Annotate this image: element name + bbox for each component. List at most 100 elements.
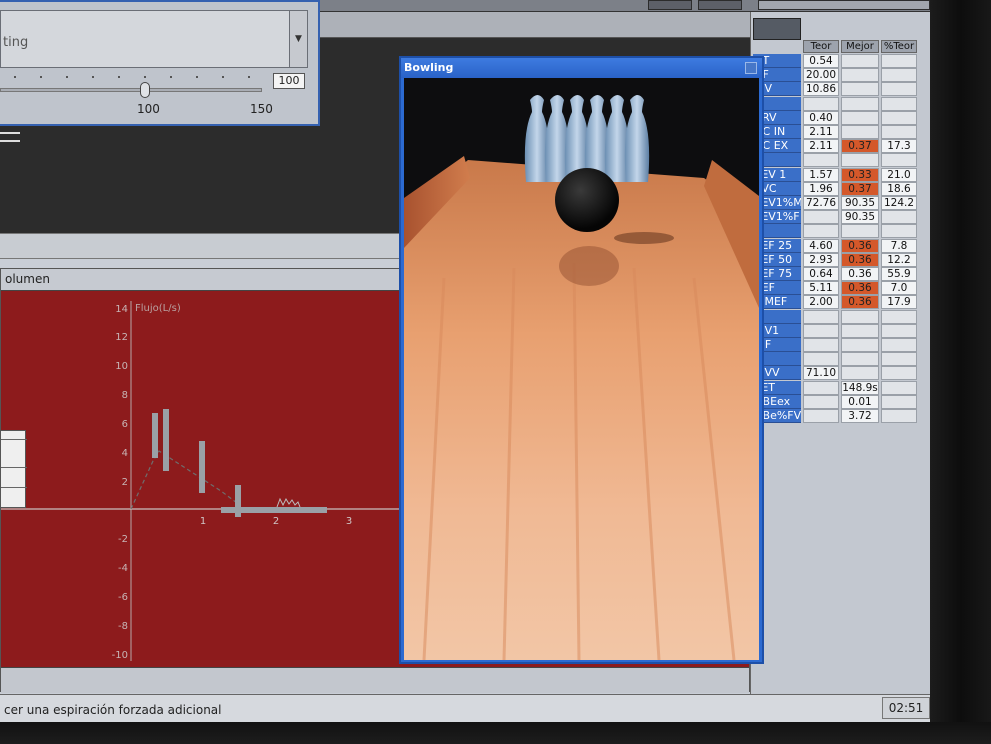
table-cell[interactable]: 4.60 [803, 238, 839, 253]
table-cell[interactable]: 148.9s [841, 380, 879, 395]
monitor-screen: ting ▼ 100 100 150 olumen Flujo(L/s) 14 … [0, 0, 930, 724]
table-cell[interactable] [881, 352, 917, 367]
table-cell[interactable] [881, 394, 917, 409]
table-cell[interactable]: 2.93 [803, 252, 839, 267]
table-cell[interactable] [803, 394, 839, 409]
table-cell[interactable] [803, 210, 839, 225]
table-cell[interactable]: 17.3 [881, 139, 917, 154]
table-cell[interactable]: 0.64 [803, 267, 839, 281]
table-row: PEF 5.11 0.36 7.0 [753, 281, 930, 296]
column-header-pct-teor[interactable]: %Teor [881, 40, 917, 53]
table-cell[interactable]: 18.6 [881, 181, 917, 196]
table-cell[interactable]: 0.36 [841, 238, 879, 253]
bowling-window: Bowling [399, 56, 764, 664]
table-cell[interactable]: 2.11 [803, 139, 839, 154]
column-header-teor[interactable]: Teor [803, 40, 839, 53]
slider-value-box[interactable]: 100 [273, 73, 305, 89]
table-cell[interactable]: 0.01 [841, 394, 879, 409]
table-cell[interactable] [881, 338, 917, 352]
table-cell[interactable] [803, 309, 839, 324]
table-cell[interactable] [803, 153, 839, 168]
table-cell[interactable] [881, 82, 917, 97]
table-cell[interactable] [803, 323, 839, 338]
table-cell[interactable] [881, 110, 917, 125]
results-grid-panel: Teor Mejor %Teor VT0.54BF20.00MV10.86 ERV… [750, 12, 930, 694]
table-cell[interactable]: 0.36 [841, 252, 879, 267]
toolbar-button[interactable] [648, 0, 692, 10]
table-cell[interactable] [803, 338, 839, 352]
table-cell[interactable] [841, 54, 879, 68]
table-cell[interactable]: 17.9 [881, 295, 917, 310]
table-cell[interactable] [841, 125, 879, 139]
table-cell[interactable]: 1.96 [803, 181, 839, 196]
table-cell[interactable]: 0.37 [841, 139, 879, 154]
table-cell[interactable]: 2.11 [803, 125, 839, 139]
table-cell[interactable] [881, 68, 917, 83]
bowling-game-view[interactable] [404, 78, 759, 660]
y-tick-label: 10 [115, 361, 128, 372]
table-cell[interactable] [881, 366, 917, 381]
table-cell[interactable] [803, 96, 839, 111]
mode-dropdown[interactable]: ting ▼ [0, 10, 308, 68]
menu-lines-icon[interactable] [0, 132, 20, 142]
table-cell[interactable]: 10.86 [803, 82, 839, 97]
table-cell[interactable]: 0.33 [841, 167, 879, 182]
table-cell[interactable] [881, 380, 917, 395]
bowling-scene [404, 78, 759, 660]
table-cell[interactable]: 2.00 [803, 295, 839, 310]
table-cell[interactable] [881, 224, 917, 239]
table-cell[interactable]: 0.54 [803, 54, 839, 68]
table-cell[interactable]: 7.8 [881, 238, 917, 253]
column-header-mejor[interactable]: Mejor [841, 40, 879, 53]
table-cell[interactable]: 90.35 [841, 196, 879, 210]
table-cell[interactable] [841, 224, 879, 239]
table-cell[interactable]: 20.00 [803, 68, 839, 83]
table-cell[interactable]: 55.9 [881, 267, 917, 281]
table-cell[interactable] [841, 366, 879, 381]
table-cell[interactable]: 0.37 [841, 181, 879, 196]
table-cell[interactable] [881, 323, 917, 338]
table-cell[interactable] [881, 309, 917, 324]
table-cell[interactable] [841, 323, 879, 338]
table-cell[interactable] [803, 409, 839, 423]
table-cell[interactable] [881, 153, 917, 168]
table-cell[interactable] [881, 409, 917, 423]
table-cell[interactable] [841, 309, 879, 324]
table-cell[interactable]: 0.36 [841, 267, 879, 281]
table-cell[interactable] [881, 125, 917, 139]
table-cell[interactable]: 5.11 [803, 281, 839, 296]
bowling-titlebar[interactable]: Bowling [401, 58, 762, 78]
table-cell[interactable] [881, 96, 917, 111]
table-cell[interactable]: 1.57 [803, 167, 839, 182]
table-cell[interactable] [881, 54, 917, 68]
slider-track[interactable] [0, 88, 262, 92]
table-cell[interactable] [881, 210, 917, 225]
table-row: VC IN 2.11 [753, 125, 930, 139]
table-cell[interactable]: 0.36 [841, 281, 879, 296]
table-cell[interactable] [803, 352, 839, 367]
table-cell[interactable] [803, 380, 839, 395]
table-cell[interactable]: 90.35 [841, 210, 879, 225]
table-cell[interactable]: 0.40 [803, 110, 839, 125]
close-icon[interactable] [745, 62, 757, 74]
table-cell[interactable] [841, 96, 879, 111]
table-cell[interactable]: 21.0 [881, 167, 917, 182]
chevron-down-icon[interactable]: ▼ [289, 11, 307, 67]
table-cell[interactable] [841, 110, 879, 125]
table-cell[interactable] [841, 352, 879, 367]
table-cell[interactable]: 0.36 [841, 295, 879, 310]
table-cell[interactable]: 72.76 [803, 196, 839, 210]
toolbar-button[interactable] [698, 0, 742, 10]
table-cell[interactable]: 71.10 [803, 366, 839, 381]
table-cell[interactable]: 124.2 [881, 196, 917, 210]
table-cell[interactable] [841, 153, 879, 168]
flow-curve [130, 450, 238, 510]
table-cell[interactable] [841, 82, 879, 97]
table-cell[interactable] [841, 338, 879, 352]
table-cell[interactable] [841, 68, 879, 83]
table-cell[interactable] [803, 224, 839, 239]
table-cell[interactable]: 3.72 [841, 409, 879, 423]
table-cell[interactable]: 12.2 [881, 252, 917, 267]
table-cell[interactable]: 7.0 [881, 281, 917, 296]
slider-thumb[interactable] [140, 82, 150, 98]
